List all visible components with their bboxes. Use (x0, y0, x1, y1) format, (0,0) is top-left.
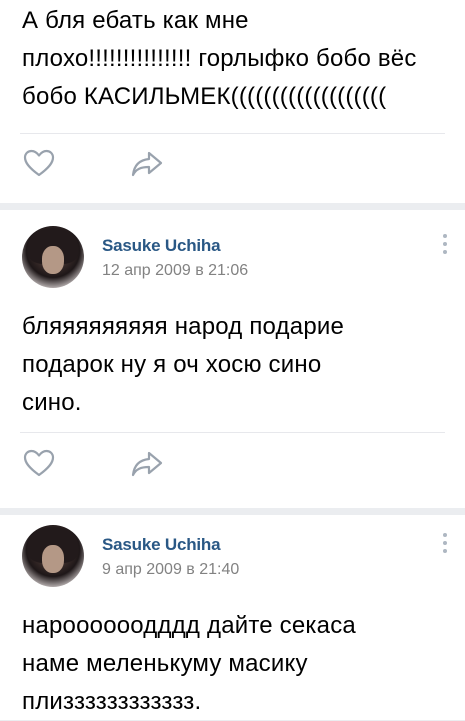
post-divider (20, 432, 445, 433)
post-header: Sasuke Uchiha 9 апр 2009 в 21:40 (22, 525, 442, 589)
avatar[interactable] (22, 525, 84, 587)
post-text: А бля ебать как мне плохо!!!!!!!!!!!!!!!… (22, 7, 417, 110)
avatar[interactable] (22, 226, 84, 288)
like-button[interactable] (22, 147, 56, 181)
post-card: Sasuke Uchiha 12 апр 2009 в 21:06 бляяяя… (0, 210, 465, 508)
share-button[interactable] (130, 447, 164, 481)
share-arrow-icon (131, 151, 163, 177)
heart-icon (23, 149, 55, 177)
post-date[interactable]: 9 апр 2009 в 21:40 (102, 561, 239, 579)
post-card: А бля ебать как мне плохо!!!!!!!!!!!!!!!… (0, 0, 465, 203)
share-button[interactable] (130, 147, 164, 181)
heart-icon (23, 449, 55, 477)
more-vertical-icon[interactable] (441, 533, 449, 557)
post-text: бляяяяяяяяя народ подарие подарок ну я о… (22, 313, 345, 416)
post-card: Sasuke Uchiha 9 апр 2009 в 21:40 нароооо… (0, 515, 465, 720)
more-vertical-icon[interactable] (441, 234, 449, 258)
post-divider (20, 133, 445, 134)
post-text: нароооооодддд дайте секаса наме меленьку… (22, 612, 356, 715)
like-button[interactable] (22, 447, 56, 481)
author-name[interactable]: Sasuke Uchiha (102, 535, 221, 555)
author-name[interactable]: Sasuke Uchiha (102, 236, 221, 256)
share-arrow-icon (131, 451, 163, 477)
post-date[interactable]: 12 апр 2009 в 21:06 (102, 262, 248, 280)
post-header: Sasuke Uchiha 12 апр 2009 в 21:06 (22, 226, 442, 290)
